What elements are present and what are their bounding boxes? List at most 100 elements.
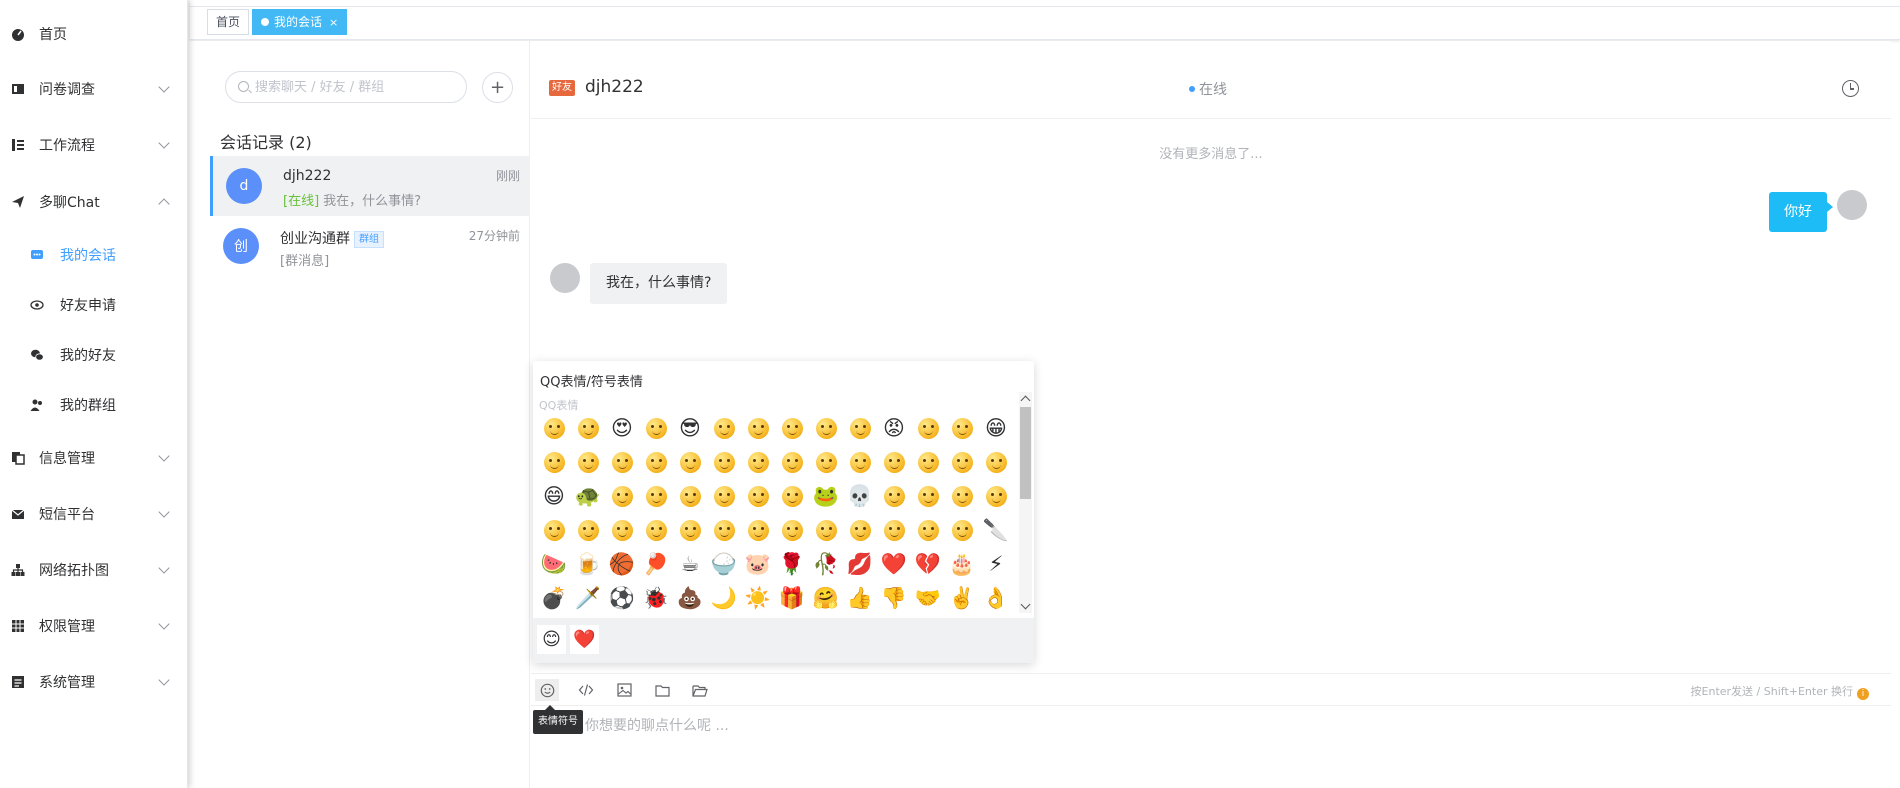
emoji-item[interactable] — [605, 479, 639, 513]
emoji-item[interactable]: ☀️ — [741, 581, 775, 614]
emoji-item[interactable] — [775, 445, 809, 479]
scroll-down-icon[interactable] — [1020, 599, 1031, 610]
scroll-thumb[interactable] — [1020, 407, 1031, 499]
menu-item-system[interactable]: 系统管理 — [0, 662, 188, 702]
search-input[interactable] — [255, 79, 455, 95]
emoji-item[interactable]: 👎 — [877, 581, 911, 614]
emoji-item[interactable] — [877, 479, 911, 513]
emoji-item[interactable] — [945, 479, 979, 513]
history-clock-icon[interactable] — [1842, 80, 1859, 97]
emoji-item[interactable]: 😡 — [877, 411, 911, 445]
emoji-item[interactable] — [911, 479, 945, 513]
emoji-item[interactable] — [605, 513, 639, 547]
emoji-item[interactable] — [571, 445, 605, 479]
emoji-item[interactable] — [877, 513, 911, 547]
emoji-item[interactable] — [707, 445, 741, 479]
image-button[interactable] — [612, 679, 636, 701]
menu-item-chat[interactable]: 多聊Chat — [0, 182, 188, 222]
tab-home[interactable]: 首页 — [207, 9, 250, 35]
emoji-item[interactable]: 🐞 — [639, 581, 673, 614]
sub-item-my-sessions[interactable]: 我的会话 — [0, 235, 188, 275]
emoji-scrollbar[interactable] — [1019, 392, 1032, 613]
emoji-item[interactable]: 🤗 — [809, 581, 843, 614]
emoji-item[interactable] — [537, 411, 571, 445]
emoji-item[interactable]: 🐢 — [571, 479, 605, 513]
sub-item-my-friends[interactable]: 我的好友 — [0, 335, 188, 375]
emoji-item[interactable]: 👌 — [979, 581, 1007, 614]
emoji-item[interactable] — [945, 445, 979, 479]
emoji-item[interactable] — [775, 411, 809, 445]
emoji-item[interactable]: 🎂 — [945, 547, 979, 581]
emoji-item[interactable] — [741, 513, 775, 547]
emoji-item[interactable] — [843, 411, 877, 445]
message-input[interactable] — [545, 711, 1875, 781]
emoji-item[interactable]: 🤝 — [911, 581, 945, 614]
emoji-item[interactable]: 💋 — [843, 547, 877, 581]
emoji-item[interactable] — [809, 411, 843, 445]
emoji-item[interactable] — [571, 411, 605, 445]
emoji-item[interactable] — [605, 445, 639, 479]
emoji-item[interactable]: 🐷 — [741, 547, 775, 581]
emoji-item[interactable] — [877, 445, 911, 479]
menu-item-sms[interactable]: 短信平台 — [0, 494, 188, 534]
emoji-item[interactable] — [911, 445, 945, 479]
emoji-item[interactable]: 🌙 — [707, 581, 741, 614]
menu-item-survey[interactable]: 问卷调查 — [0, 69, 188, 109]
emoji-item[interactable]: 😁 — [979, 411, 1007, 445]
emoji-item[interactable] — [843, 513, 877, 547]
emoji-item[interactable]: 🔪 — [979, 513, 1007, 547]
sub-item-friend-requests[interactable]: 好友申请 — [0, 285, 188, 325]
emoji-item[interactable]: 😍 — [605, 411, 639, 445]
emoji-tab-symbol[interactable]: ❤️ — [570, 625, 599, 654]
emoji-item[interactable]: ❤️ — [877, 547, 911, 581]
emoji-tab-qq[interactable]: 😊 — [537, 625, 566, 654]
emoji-item[interactable] — [571, 513, 605, 547]
scroll-up-icon[interactable] — [1020, 395, 1031, 406]
emoji-item[interactable]: 💣 — [537, 581, 571, 614]
emoji-item[interactable] — [775, 479, 809, 513]
emoji-item[interactable] — [809, 513, 843, 547]
emoji-item[interactable]: 🏀 — [605, 547, 639, 581]
emoji-item[interactable] — [945, 411, 979, 445]
emoji-item[interactable] — [843, 445, 877, 479]
file-button[interactable] — [650, 679, 674, 701]
menu-item-permissions[interactable]: 权限管理 — [0, 606, 188, 646]
emoji-item[interactable]: 💔 — [911, 547, 945, 581]
emoji-item[interactable] — [945, 513, 979, 547]
emoji-item[interactable] — [707, 479, 741, 513]
folder-open-button[interactable] — [688, 679, 712, 701]
emoji-item[interactable]: 😎 — [673, 411, 707, 445]
emoji-item[interactable] — [707, 513, 741, 547]
emoji-item[interactable] — [741, 411, 775, 445]
add-conversation-button[interactable]: + — [482, 72, 513, 103]
emoji-item[interactable] — [809, 445, 843, 479]
tab-my-sessions[interactable]: 我的会话 × — [252, 9, 348, 35]
sub-item-my-groups[interactable]: 我的群组 — [0, 385, 188, 425]
conversation-item-group[interactable]: 创 创业沟通群 群组 27分钟前 [群消息] — [210, 216, 530, 276]
emoji-item[interactable] — [979, 445, 1007, 479]
conversation-item-djh222[interactable]: d djh222 刚刚 [在线] 我在，什么事情? — [210, 156, 530, 216]
emoji-item[interactable]: 🍺 — [571, 547, 605, 581]
emoji-item[interactable]: ☕ — [673, 547, 707, 581]
code-button[interactable] — [574, 679, 598, 701]
emoji-item[interactable]: 💩 — [673, 581, 707, 614]
emoji-item[interactable]: 😄 — [537, 479, 571, 513]
menu-item-home[interactable]: 首页 — [0, 14, 188, 54]
emoji-item[interactable] — [741, 479, 775, 513]
close-icon[interactable]: × — [329, 16, 338, 29]
emoji-item[interactable] — [639, 479, 673, 513]
emoji-item[interactable]: 🏓 — [639, 547, 673, 581]
emoji-item[interactable] — [537, 513, 571, 547]
emoji-item[interactable]: 🐸 — [809, 479, 843, 513]
emoji-item[interactable] — [673, 445, 707, 479]
emoji-item[interactable]: 🎁 — [775, 581, 809, 614]
emoji-item[interactable]: 👍 — [843, 581, 877, 614]
emoji-item[interactable]: ⚽ — [605, 581, 639, 614]
emoji-item[interactable]: 🌹 — [775, 547, 809, 581]
emoji-item[interactable] — [775, 513, 809, 547]
emoji-item[interactable] — [741, 445, 775, 479]
emoji-item[interactable] — [673, 479, 707, 513]
emoji-item[interactable]: 💀 — [843, 479, 877, 513]
emoji-item[interactable]: 🍉 — [537, 547, 571, 581]
emoji-item[interactable] — [911, 513, 945, 547]
